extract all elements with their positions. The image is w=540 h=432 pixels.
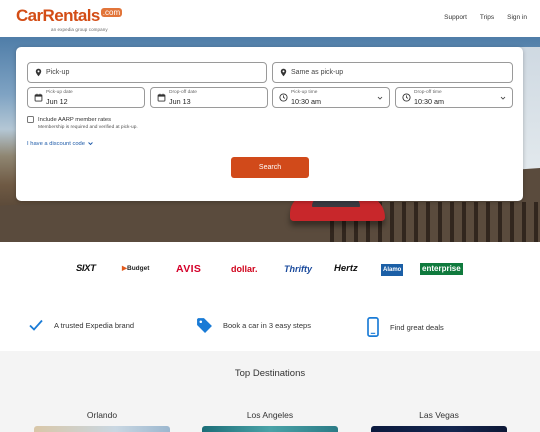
destination-las-vegas-label[interactable]: Las Vegas [371,410,507,420]
aarp-option: Include AARP member rates [27,116,111,123]
nav-trips-link[interactable]: Trips [480,14,494,21]
carrentals-logo[interactable]: CarRentals .com an expedia group company [16,6,123,32]
phone-icon [367,317,379,337]
pickup-date-label: Pick-up date [46,90,73,95]
tag-icon [197,318,212,333]
aarp-label: Include AARP member rates [38,116,112,123]
destination-orlando-label[interactable]: Orlando [34,410,170,420]
destination-las-vegas-image[interactable] [371,426,507,432]
avis-logo: AVIS [176,263,202,275]
clock-icon [279,93,288,102]
location-pin-icon [35,68,42,77]
destination-los-angeles-image[interactable] [202,426,338,432]
enterprise-logo: enterprise [420,263,463,275]
section-title: Top Destinations [234,368,306,379]
location-pin-icon [280,68,287,77]
aarp-checkbox[interactable] [27,116,34,123]
logo-suffix: .com [100,8,123,17]
dropoff-date-field[interactable]: Drop-off date Jun 13 [150,87,268,108]
dropoff-date-label: Drop-off date [169,90,197,95]
chevron-down-icon [500,96,506,100]
destination-los-angeles-label[interactable]: Los Angeles [202,410,338,420]
calendar-icon [34,93,43,102]
dropoff-date-value: Jun 13 [169,97,191,106]
discount-code-link[interactable]: I have a discount code [27,141,85,147]
logo-tagline: an expedia group company [51,27,108,32]
clock-icon [402,93,411,102]
pickup-placeholder: Pick-up [46,69,70,76]
feature-easy-steps: Book a car in 3 easy steps [196,317,311,334]
thrifty-logo: Thrifty [284,264,312,274]
dropoff-time-label: Drop-off time [414,90,442,95]
logo-wordmark: CarRentals [16,6,100,25]
pickup-time-label: Pick-up time [291,90,318,95]
dollar-logo: dollar. [231,264,258,274]
calendar-icon [157,93,166,102]
hertz-logo: Hertz [334,263,358,274]
dropoff-placeholder: Same as pick-up [291,69,344,76]
chevron-down-icon [377,96,383,100]
alamo-logo: Alamo [381,264,404,276]
checkmark-icon [29,319,43,331]
site-header: CarRentals .com an expedia group company … [0,0,540,37]
search-button[interactable]: Search [231,157,309,178]
dropoff-location-input[interactable]: Same as pick-up [272,62,513,83]
dropoff-time-select[interactable]: Drop-off time 10:30 am [395,87,513,108]
pickup-time-value: 10:30 am [291,97,321,106]
feature-text: Book a car in 3 easy steps [223,321,311,330]
feature-text: Find great deals [390,322,444,332]
discount-code-toggle[interactable]: I have a discount code [27,140,94,147]
feature-great-deals: Find great deals [366,317,444,337]
pickup-date-value: Jun 12 [46,97,68,106]
chevron-down-icon [88,142,93,146]
feature-text: A trusted Expedia brand [54,320,135,330]
top-destinations-section: Top Destinations Orlando Los Angeles Las… [0,351,540,432]
features-row: A trusted Expedia brand Book a car in 3 … [0,311,540,341]
pickup-location-input[interactable]: Pick-up [27,62,267,83]
feature-trusted-brand: A trusted Expedia brand [28,317,134,333]
budget-logo: ▶Budget [122,265,150,272]
sixt-logo: SIXT [76,263,96,274]
nav-sign-in-link[interactable]: Sign in [507,14,527,21]
top-nav: Support Trips Sign in [444,14,527,21]
brand-logos-row: SIXT ▶Budget AVIS dollar. Thrifty Hertz … [0,258,540,280]
aarp-note: Membership is required and verified at p… [38,125,138,130]
destination-orlando-image[interactable] [34,426,170,432]
dropoff-time-value: 10:30 am [414,97,444,106]
pickup-date-field[interactable]: Pick-up date Jun 12 [27,87,145,108]
nav-support-link[interactable]: Support [444,14,467,21]
pickup-time-select[interactable]: Pick-up time 10:30 am [272,87,390,108]
budget-logo-text: Budget [127,265,150,272]
search-card: Pick-up Same as pick-up Pick-up date Jun… [16,47,523,201]
